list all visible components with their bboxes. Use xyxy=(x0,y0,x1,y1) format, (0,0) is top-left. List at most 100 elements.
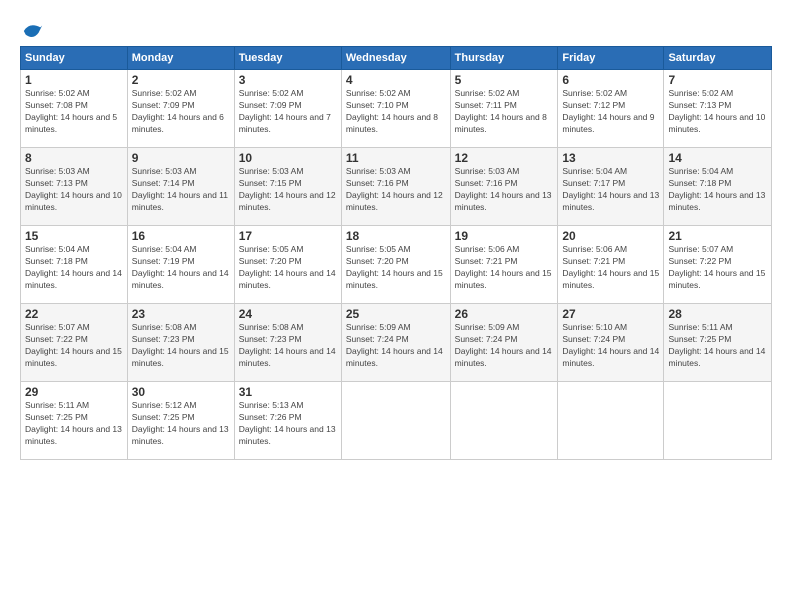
calendar-cell: 26Sunrise: 5:09 AMSunset: 7:24 PMDayligh… xyxy=(450,304,558,382)
day-number: 11 xyxy=(346,151,446,165)
day-info: Sunrise: 5:02 AMSunset: 7:13 PMDaylight:… xyxy=(668,88,767,136)
day-number: 20 xyxy=(562,229,659,243)
calendar-cell: 19Sunrise: 5:06 AMSunset: 7:21 PMDayligh… xyxy=(450,226,558,304)
logo-icon xyxy=(22,20,44,42)
calendar-cell xyxy=(664,382,772,460)
day-info: Sunrise: 5:08 AMSunset: 7:23 PMDaylight:… xyxy=(239,322,337,370)
calendar-cell: 16Sunrise: 5:04 AMSunset: 7:19 PMDayligh… xyxy=(127,226,234,304)
day-number: 27 xyxy=(562,307,659,321)
calendar-cell: 6Sunrise: 5:02 AMSunset: 7:12 PMDaylight… xyxy=(558,70,664,148)
day-number: 8 xyxy=(25,151,123,165)
col-sunday: Sunday xyxy=(21,47,128,70)
day-info: Sunrise: 5:03 AMSunset: 7:16 PMDaylight:… xyxy=(455,166,554,214)
week-row-0: 1Sunrise: 5:02 AMSunset: 7:08 PMDaylight… xyxy=(21,70,772,148)
day-number: 7 xyxy=(668,73,767,87)
day-number: 17 xyxy=(239,229,337,243)
day-number: 10 xyxy=(239,151,337,165)
day-info: Sunrise: 5:07 AMSunset: 7:22 PMDaylight:… xyxy=(668,244,767,292)
day-number: 29 xyxy=(25,385,123,399)
day-number: 25 xyxy=(346,307,446,321)
day-number: 28 xyxy=(668,307,767,321)
day-info: Sunrise: 5:03 AMSunset: 7:13 PMDaylight:… xyxy=(25,166,123,214)
col-saturday: Saturday xyxy=(664,47,772,70)
day-number: 4 xyxy=(346,73,446,87)
day-info: Sunrise: 5:06 AMSunset: 7:21 PMDaylight:… xyxy=(455,244,554,292)
calendar-cell: 4Sunrise: 5:02 AMSunset: 7:10 PMDaylight… xyxy=(341,70,450,148)
calendar-cell: 17Sunrise: 5:05 AMSunset: 7:20 PMDayligh… xyxy=(234,226,341,304)
week-row-2: 15Sunrise: 5:04 AMSunset: 7:18 PMDayligh… xyxy=(21,226,772,304)
calendar-cell xyxy=(558,382,664,460)
calendar-cell: 27Sunrise: 5:10 AMSunset: 7:24 PMDayligh… xyxy=(558,304,664,382)
calendar-cell: 14Sunrise: 5:04 AMSunset: 7:18 PMDayligh… xyxy=(664,148,772,226)
day-number: 19 xyxy=(455,229,554,243)
day-info: Sunrise: 5:11 AMSunset: 7:25 PMDaylight:… xyxy=(25,400,123,448)
day-info: Sunrise: 5:04 AMSunset: 7:19 PMDaylight:… xyxy=(132,244,230,292)
day-number: 3 xyxy=(239,73,337,87)
day-info: Sunrise: 5:02 AMSunset: 7:09 PMDaylight:… xyxy=(132,88,230,136)
day-number: 16 xyxy=(132,229,230,243)
week-row-4: 29Sunrise: 5:11 AMSunset: 7:25 PMDayligh… xyxy=(21,382,772,460)
calendar-cell: 12Sunrise: 5:03 AMSunset: 7:16 PMDayligh… xyxy=(450,148,558,226)
day-info: Sunrise: 5:07 AMSunset: 7:22 PMDaylight:… xyxy=(25,322,123,370)
day-number: 22 xyxy=(25,307,123,321)
calendar-cell: 28Sunrise: 5:11 AMSunset: 7:25 PMDayligh… xyxy=(664,304,772,382)
day-info: Sunrise: 5:05 AMSunset: 7:20 PMDaylight:… xyxy=(346,244,446,292)
col-tuesday: Tuesday xyxy=(234,47,341,70)
calendar-cell: 24Sunrise: 5:08 AMSunset: 7:23 PMDayligh… xyxy=(234,304,341,382)
day-number: 5 xyxy=(455,73,554,87)
col-wednesday: Wednesday xyxy=(341,47,450,70)
day-info: Sunrise: 5:02 AMSunset: 7:08 PMDaylight:… xyxy=(25,88,123,136)
calendar-cell: 22Sunrise: 5:07 AMSunset: 7:22 PMDayligh… xyxy=(21,304,128,382)
calendar-cell: 2Sunrise: 5:02 AMSunset: 7:09 PMDaylight… xyxy=(127,70,234,148)
calendar-cell: 15Sunrise: 5:04 AMSunset: 7:18 PMDayligh… xyxy=(21,226,128,304)
day-info: Sunrise: 5:02 AMSunset: 7:12 PMDaylight:… xyxy=(562,88,659,136)
day-info: Sunrise: 5:10 AMSunset: 7:24 PMDaylight:… xyxy=(562,322,659,370)
calendar-cell: 21Sunrise: 5:07 AMSunset: 7:22 PMDayligh… xyxy=(664,226,772,304)
day-info: Sunrise: 5:04 AMSunset: 7:18 PMDaylight:… xyxy=(25,244,123,292)
calendar-table: Sunday Monday Tuesday Wednesday Thursday… xyxy=(20,46,772,460)
calendar-cell: 3Sunrise: 5:02 AMSunset: 7:09 PMDaylight… xyxy=(234,70,341,148)
day-info: Sunrise: 5:13 AMSunset: 7:26 PMDaylight:… xyxy=(239,400,337,448)
day-info: Sunrise: 5:08 AMSunset: 7:23 PMDaylight:… xyxy=(132,322,230,370)
calendar-cell: 30Sunrise: 5:12 AMSunset: 7:25 PMDayligh… xyxy=(127,382,234,460)
day-number: 26 xyxy=(455,307,554,321)
day-info: Sunrise: 5:03 AMSunset: 7:14 PMDaylight:… xyxy=(132,166,230,214)
header xyxy=(20,16,772,42)
day-number: 9 xyxy=(132,151,230,165)
logo xyxy=(20,20,44,42)
day-number: 30 xyxy=(132,385,230,399)
day-number: 24 xyxy=(239,307,337,321)
day-info: Sunrise: 5:02 AMSunset: 7:09 PMDaylight:… xyxy=(239,88,337,136)
day-info: Sunrise: 5:04 AMSunset: 7:18 PMDaylight:… xyxy=(668,166,767,214)
week-row-1: 8Sunrise: 5:03 AMSunset: 7:13 PMDaylight… xyxy=(21,148,772,226)
col-monday: Monday xyxy=(127,47,234,70)
calendar-cell: 10Sunrise: 5:03 AMSunset: 7:15 PMDayligh… xyxy=(234,148,341,226)
day-number: 18 xyxy=(346,229,446,243)
calendar-cell: 13Sunrise: 5:04 AMSunset: 7:17 PMDayligh… xyxy=(558,148,664,226)
day-info: Sunrise: 5:09 AMSunset: 7:24 PMDaylight:… xyxy=(455,322,554,370)
calendar-cell: 7Sunrise: 5:02 AMSunset: 7:13 PMDaylight… xyxy=(664,70,772,148)
day-info: Sunrise: 5:09 AMSunset: 7:24 PMDaylight:… xyxy=(346,322,446,370)
calendar-cell: 31Sunrise: 5:13 AMSunset: 7:26 PMDayligh… xyxy=(234,382,341,460)
day-number: 31 xyxy=(239,385,337,399)
day-info: Sunrise: 5:06 AMSunset: 7:21 PMDaylight:… xyxy=(562,244,659,292)
page: Sunday Monday Tuesday Wednesday Thursday… xyxy=(0,0,792,470)
col-friday: Friday xyxy=(558,47,664,70)
day-info: Sunrise: 5:11 AMSunset: 7:25 PMDaylight:… xyxy=(668,322,767,370)
calendar-cell: 11Sunrise: 5:03 AMSunset: 7:16 PMDayligh… xyxy=(341,148,450,226)
calendar-cell: 1Sunrise: 5:02 AMSunset: 7:08 PMDaylight… xyxy=(21,70,128,148)
calendar-cell: 9Sunrise: 5:03 AMSunset: 7:14 PMDaylight… xyxy=(127,148,234,226)
calendar-cell xyxy=(450,382,558,460)
day-info: Sunrise: 5:02 AMSunset: 7:10 PMDaylight:… xyxy=(346,88,446,136)
day-info: Sunrise: 5:05 AMSunset: 7:20 PMDaylight:… xyxy=(239,244,337,292)
day-number: 1 xyxy=(25,73,123,87)
day-info: Sunrise: 5:02 AMSunset: 7:11 PMDaylight:… xyxy=(455,88,554,136)
day-info: Sunrise: 5:04 AMSunset: 7:17 PMDaylight:… xyxy=(562,166,659,214)
calendar-cell: 23Sunrise: 5:08 AMSunset: 7:23 PMDayligh… xyxy=(127,304,234,382)
calendar-cell: 18Sunrise: 5:05 AMSunset: 7:20 PMDayligh… xyxy=(341,226,450,304)
day-info: Sunrise: 5:03 AMSunset: 7:16 PMDaylight:… xyxy=(346,166,446,214)
col-thursday: Thursday xyxy=(450,47,558,70)
week-row-3: 22Sunrise: 5:07 AMSunset: 7:22 PMDayligh… xyxy=(21,304,772,382)
day-number: 2 xyxy=(132,73,230,87)
calendar-cell xyxy=(341,382,450,460)
